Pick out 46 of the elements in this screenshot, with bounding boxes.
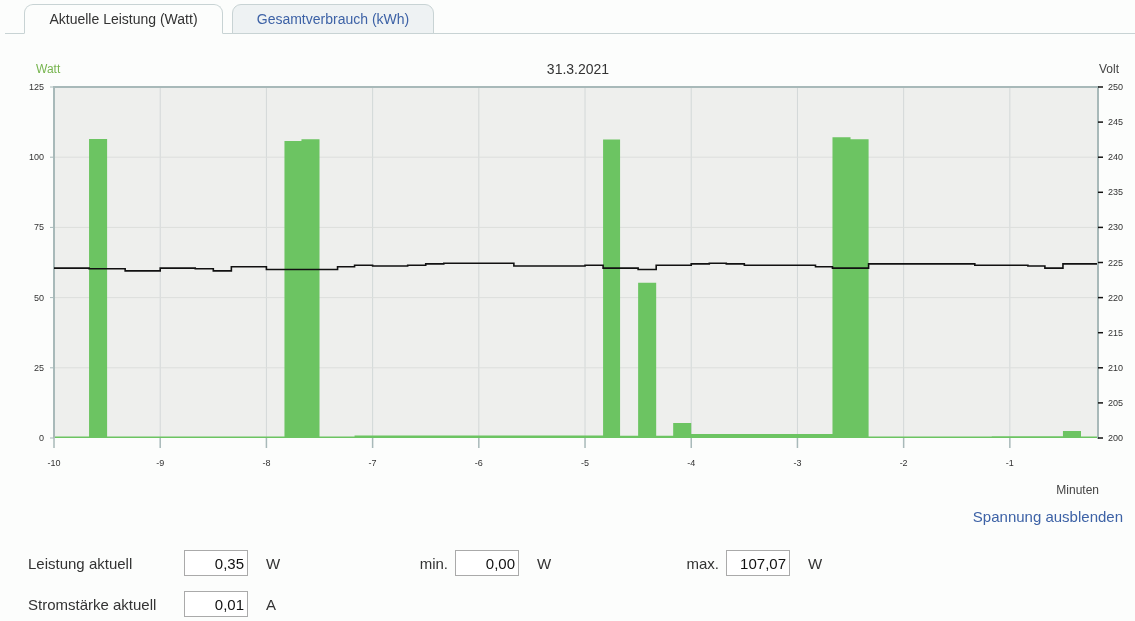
- axis-tick-label: -7: [368, 458, 377, 468]
- axis-tick-label: -2: [899, 458, 908, 468]
- unit-label: W: [808, 554, 824, 572]
- value-field[interactable]: 0,35: [184, 550, 248, 576]
- field-label: Stromstärke aktuell: [28, 595, 158, 613]
- value-field[interactable]: 107,07: [726, 550, 790, 576]
- unit-label: A: [266, 595, 277, 613]
- y-axis-label: Volt: [1099, 62, 1119, 76]
- x-axis-label: Minuten: [1056, 483, 1099, 497]
- value-field[interactable]: 0,00: [455, 550, 519, 576]
- axis-tick-label: -6: [474, 458, 483, 468]
- axis-tick-label: 220: [1108, 292, 1124, 303]
- axis-tick-label: 0: [39, 433, 44, 443]
- field-label: max.: [685, 554, 719, 572]
- field-label: Leistung aktuell: [28, 554, 134, 572]
- axis-tick-label: 210: [1108, 362, 1124, 373]
- axis-tick-label: 75: [34, 222, 44, 233]
- axis-tick-label: 215: [1108, 327, 1124, 338]
- axis-tick-label: -3: [793, 458, 802, 468]
- axis-tick-label: 225: [1108, 257, 1124, 268]
- axis-tick-label: -8: [262, 458, 271, 468]
- chart-title: 31.3.2021: [546, 61, 610, 77]
- axis-tick-label: 25: [34, 362, 44, 373]
- axis-tick-label: 245: [1108, 117, 1124, 128]
- axis-tick-label: 230: [1108, 222, 1124, 233]
- axis-tick-label: 50: [34, 292, 44, 303]
- axis-tick-label: -10: [47, 458, 61, 468]
- tab[interactable]: Gesamtverbrauch (kWh): [232, 4, 434, 34]
- axis-tick-label: 250: [1108, 82, 1124, 92]
- axis-tick-label: 235: [1108, 187, 1124, 198]
- axis-tick-label: 240: [1108, 152, 1124, 163]
- axis-tick-label: 125: [28, 82, 44, 92]
- axis-tick-label: -4: [687, 458, 696, 468]
- axis-tick-label: 100: [28, 152, 44, 163]
- field-label: min.: [418, 554, 448, 572]
- unit-label: W: [537, 554, 553, 572]
- unit-label: W: [266, 554, 282, 572]
- axis-tick-label: 205: [1108, 397, 1124, 408]
- axis-tick-label: 200: [1108, 433, 1124, 443]
- value-field[interactable]: 0,01: [184, 591, 248, 617]
- tab[interactable]: Aktuelle Leistung (Watt): [24, 4, 223, 34]
- axis-tick-label: -9: [156, 458, 165, 468]
- y-axis-label: Watt: [36, 62, 61, 76]
- hide-voltage-link[interactable]: Spannung ausblenden: [972, 507, 1123, 525]
- axis-tick-label: -1: [1005, 458, 1014, 468]
- axis-tick-label: -5: [581, 458, 590, 468]
